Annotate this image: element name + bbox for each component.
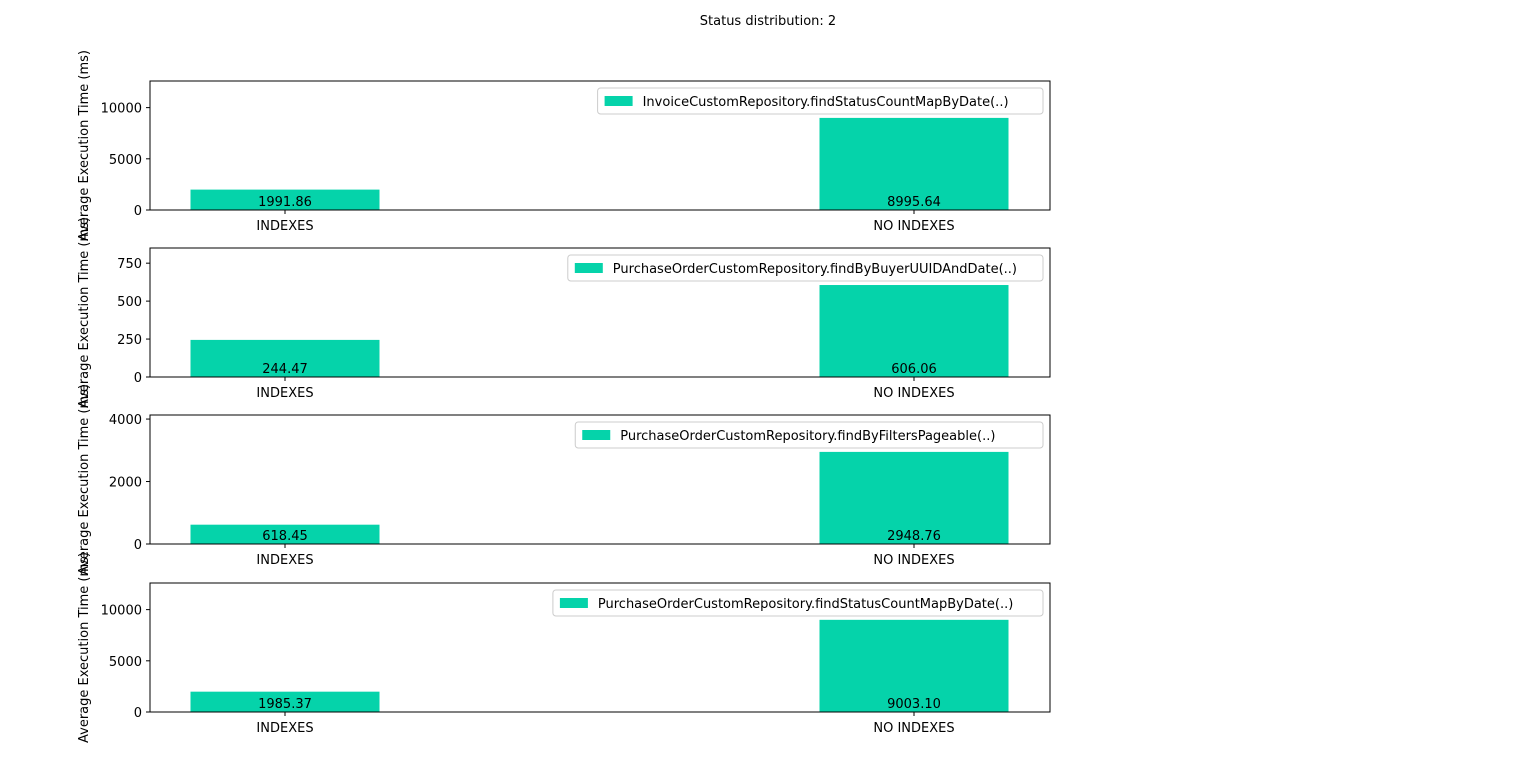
x-tick-label: NO INDEXES xyxy=(873,721,954,736)
y-axis-label: Average Execution Time (ms) xyxy=(77,384,92,575)
subplot-1: 0 5000 10000 INDEXES NO INDEXES 1991.86 8995.6… xyxy=(77,50,1051,241)
data-label: 1985.37 xyxy=(258,697,312,712)
figure-title: Status distribution: 2 xyxy=(700,14,836,29)
legend-label: PurchaseOrderCustomRepository.findStatus… xyxy=(598,597,1013,612)
x-tick-label: INDEXES xyxy=(256,386,313,401)
data-label: 2948.76 xyxy=(887,529,941,544)
x-tick-label: NO INDEXES xyxy=(873,386,954,401)
y-tick-label: 10000 xyxy=(101,102,142,117)
x-tick-label: INDEXES xyxy=(256,219,313,234)
legend-label: InvoiceCustomRepository.findStatusCountM… xyxy=(643,95,1009,110)
y-tick-label: 500 xyxy=(117,295,142,310)
legend-swatch xyxy=(559,598,588,608)
subplot-2: 0 250 500 750 INDEXES NO INDEXES 244.47 606.06 A… xyxy=(77,217,1051,408)
y-tick-label: 0 xyxy=(134,538,142,553)
subplot-4: 0 5000 10000 INDEXES NO INDEXES 1985.37 9003.1… xyxy=(77,552,1051,743)
y-tick-label: 5000 xyxy=(109,153,142,168)
data-label: 244.47 xyxy=(262,362,308,377)
bar-chart-figure: Status distribution: 2 0500010000INDEXES… xyxy=(77,14,1051,743)
y-tick-label: 0 xyxy=(134,706,142,721)
y-tick-label: 4000 xyxy=(109,413,142,428)
x-tick-label: INDEXES xyxy=(256,721,313,736)
y-tick-label: 10000 xyxy=(101,604,142,619)
data-label: 9003.10 xyxy=(887,697,941,712)
subplot-3: 0 2000 4000 INDEXES NO INDEXES 618.45 2948.76 A… xyxy=(77,384,1051,575)
x-tick-label: NO INDEXES xyxy=(873,219,954,234)
y-axis-label: Average Execution Time (ms) xyxy=(77,50,92,241)
legend-label: PurchaseOrderCustomRepository.findByBuye… xyxy=(613,262,1017,277)
legend-swatch xyxy=(582,430,611,440)
legend-label: PurchaseOrderCustomRepository.findByFilt… xyxy=(620,429,995,444)
y-axis-label: Average Execution Time (ms) xyxy=(77,217,92,408)
data-label: 618.45 xyxy=(262,529,308,544)
legend-swatch xyxy=(604,96,633,106)
x-tick-label: INDEXES xyxy=(256,553,313,568)
y-tick-label: 750 xyxy=(117,257,142,272)
y-tick-label: 250 xyxy=(117,333,142,348)
legend-swatch xyxy=(574,263,603,273)
y-tick-label: 2000 xyxy=(109,476,142,491)
subplots: 0500010000INDEXES NO INDEXES1991.86 8995.6… xyxy=(77,50,1051,743)
data-label: 1991.86 xyxy=(258,195,312,210)
data-label: 606.06 xyxy=(891,362,937,377)
data-label: 8995.64 xyxy=(887,195,941,210)
y-tick-label: 5000 xyxy=(109,655,142,670)
y-tick-label: 0 xyxy=(134,371,142,386)
y-tick-label: 0 xyxy=(134,204,142,219)
y-axis-label: Average Execution Time (ms) xyxy=(77,552,92,743)
x-tick-label: NO INDEXES xyxy=(873,553,954,568)
